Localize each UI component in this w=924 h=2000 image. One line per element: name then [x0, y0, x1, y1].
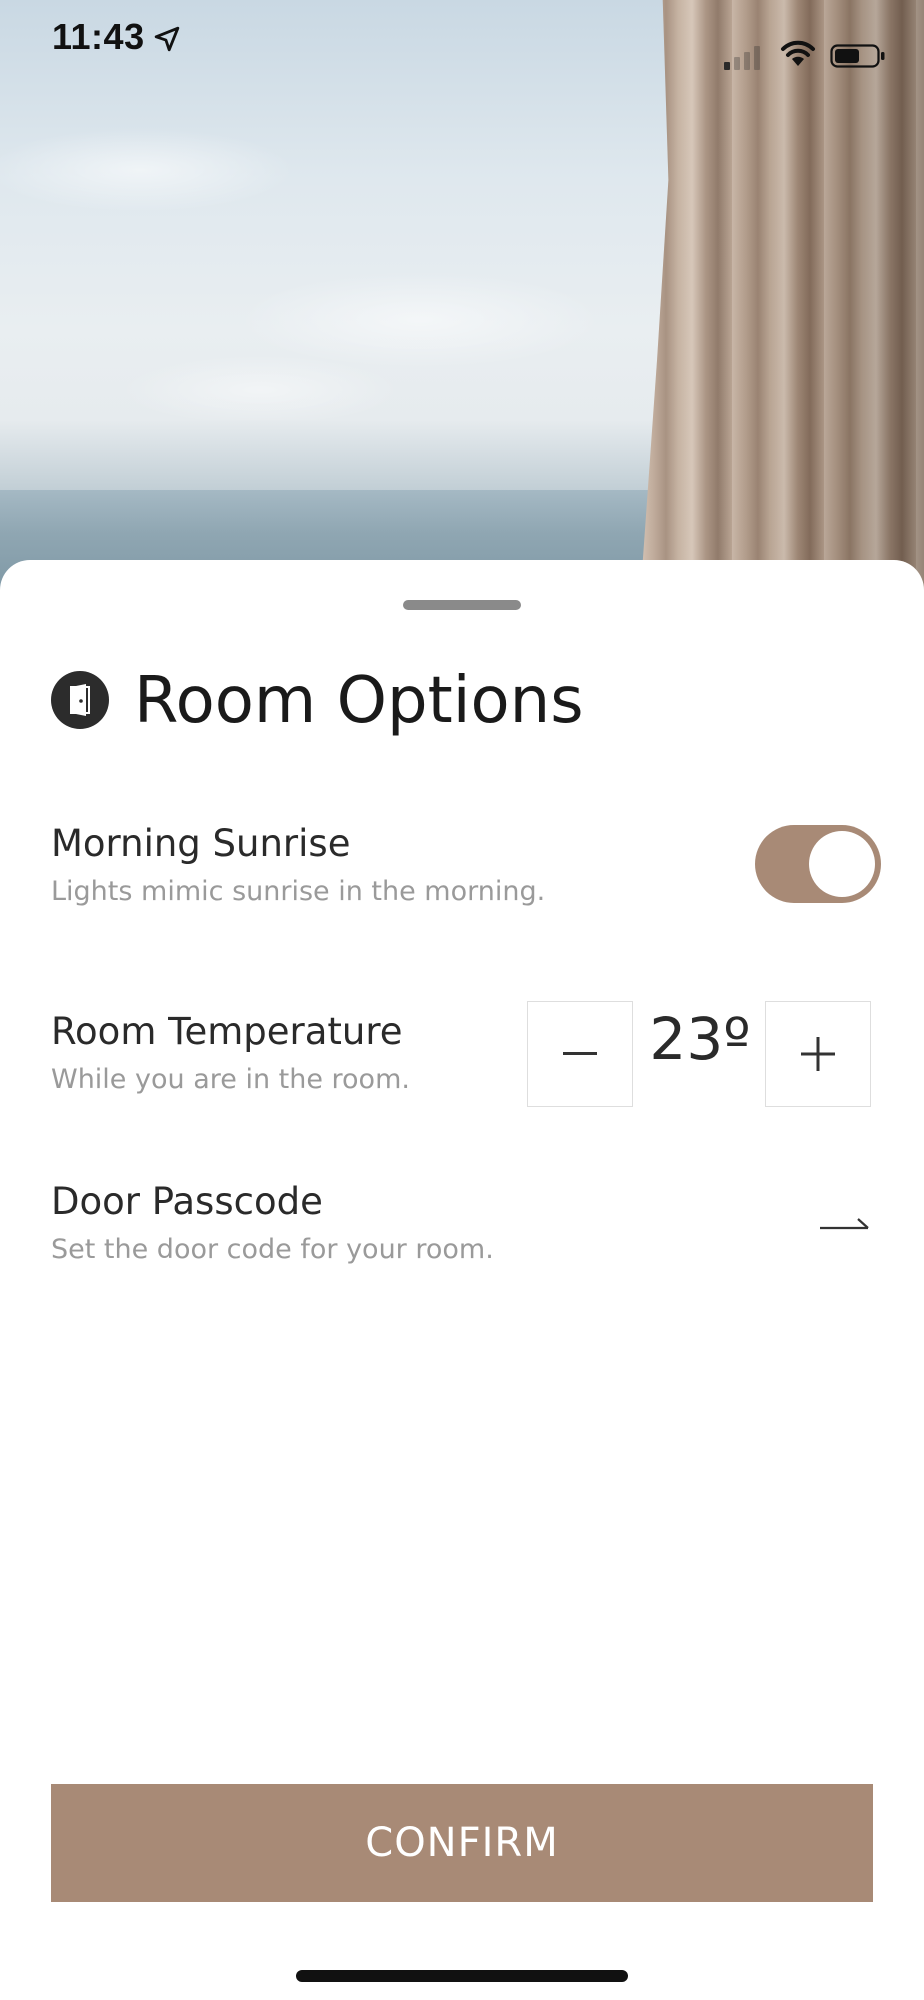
battery-icon	[830, 44, 885, 68]
curtain-shade	[640, 0, 924, 600]
sky-clouds	[0, 60, 720, 420]
home-indicator	[296, 1970, 628, 1982]
morning-sunrise-toggle[interactable]	[755, 825, 881, 903]
sheet-title: Room Options	[134, 664, 584, 738]
sheet-grabber[interactable]	[403, 600, 521, 610]
plus-icon	[801, 1037, 835, 1071]
room-temperature-title: Room Temperature	[51, 1010, 403, 1053]
temperature-value: 23º	[649, 1005, 751, 1073]
arrow-right-icon[interactable]	[818, 1210, 872, 1234]
door-passcode-subtitle: Set the door code for your room.	[51, 1234, 494, 1265]
room-temperature-subtitle: While you are in the room.	[51, 1064, 410, 1095]
cellular-signal-icon	[724, 44, 760, 70]
morning-sunrise-subtitle: Lights mimic sunrise in the morning.	[51, 876, 546, 907]
temperature-decrement-button[interactable]	[527, 1001, 633, 1107]
room-options-sheet: Room Options Morning Sunrise Lights mimi…	[0, 560, 924, 2000]
toggle-knob	[809, 831, 875, 897]
wifi-icon	[781, 40, 815, 66]
morning-sunrise-title: Morning Sunrise	[51, 822, 351, 865]
background-photo	[0, 0, 924, 600]
status-time: 11:43	[52, 16, 145, 57]
door-icon	[51, 671, 109, 729]
temperature-increment-button[interactable]	[765, 1001, 871, 1107]
location-arrow-icon	[154, 26, 180, 52]
confirm-button[interactable]: CONFIRM	[51, 1784, 873, 1902]
minus-icon	[563, 1052, 597, 1055]
room-options-screen: 11:43 Room Options Morning Sunrise Light…	[0, 0, 924, 2000]
door-passcode-title: Door Passcode	[51, 1180, 323, 1223]
